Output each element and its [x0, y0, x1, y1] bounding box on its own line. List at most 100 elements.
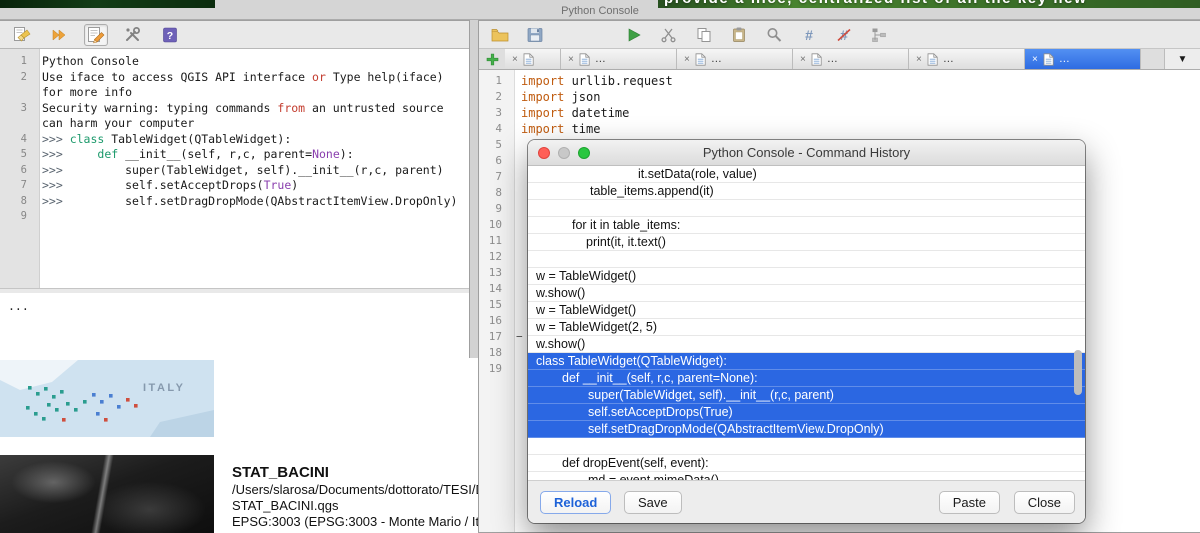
history-row[interactable]: super(TableWidget, self).__init__(r,c, p…: [528, 387, 1085, 404]
recent-project-info[interactable]: STAT_BACINI /Users/slarosa/Documents/dot…: [232, 464, 508, 530]
document-icon: [927, 53, 938, 66]
paste-button[interactable]: Paste: [939, 491, 1000, 514]
close-window-icon[interactable]: [538, 147, 550, 159]
clear-console-icon[interactable]: [10, 24, 34, 46]
history-row[interactable]: w = TableWidget(2, 5): [528, 319, 1085, 336]
history-row[interactable]: for it in table_items:: [528, 217, 1085, 234]
document-icon: [695, 53, 706, 66]
fold-marker-icon[interactable]: −: [516, 329, 523, 345]
document-icon: [523, 53, 534, 66]
console-line-text: >>> class TableWidget(QTableWidget):: [33, 132, 291, 148]
history-row[interactable]: print(it, it.text(): [528, 234, 1085, 251]
uncomment-code-icon[interactable]: #: [832, 24, 856, 46]
history-row[interactable]: md = event.mimeData(): [528, 472, 1085, 480]
console-line: 7>>> self.setAcceptDrops(True): [0, 178, 469, 194]
console-line: 2Use iface to access QGIS API interface …: [0, 70, 469, 86]
history-row[interactable]: def __init__(self, r,c, parent=None):: [528, 370, 1085, 387]
zoom-window-icon[interactable]: [578, 147, 590, 159]
tab[interactable]: ×…: [677, 49, 793, 69]
recent-project-thumbnail-map[interactable]: ITALY: [0, 360, 214, 437]
close-tab-icon[interactable]: ×: [916, 54, 922, 65]
editor-line-text: [508, 297, 521, 313]
history-row[interactable]: it.setData(role, value): [528, 166, 1085, 183]
editor-line-text: [508, 217, 521, 233]
options-icon[interactable]: [121, 24, 145, 46]
editor-line-text: import time: [508, 121, 600, 137]
dialog-footer: Reload Save Paste Close: [528, 480, 1085, 523]
console-line: 8>>> self.setDragDropMode(QAbstractItemV…: [0, 194, 469, 210]
editor-line-text: [508, 185, 521, 201]
line-number: 8: [479, 185, 508, 201]
command-history-dialog: Python Console - Command History it.setD…: [528, 140, 1085, 523]
recent-project-thumbnail-satellite[interactable]: [0, 455, 214, 533]
console-input[interactable]: ...: [0, 293, 469, 358]
editor-line: 4import time: [479, 121, 1200, 137]
line-number: 4: [479, 121, 508, 137]
line-number: [0, 116, 33, 132]
editor-line-text: [508, 137, 521, 153]
history-row[interactable]: def dropEvent(self, event):: [528, 455, 1085, 472]
history-row[interactable]: [528, 200, 1085, 217]
console-line: 3Security warning: typing commands from …: [0, 101, 469, 117]
tab-selected[interactable]: ×…: [1025, 49, 1141, 69]
line-number: 13: [479, 265, 508, 281]
history-row[interactable]: w.show(): [528, 285, 1085, 302]
window-title: Python Console: [561, 5, 639, 17]
history-row[interactable]: [528, 438, 1085, 455]
comment-code-icon[interactable]: #: [797, 24, 821, 46]
history-row[interactable]: [528, 251, 1085, 268]
copy-icon[interactable]: [692, 24, 716, 46]
line-number: 4: [0, 132, 33, 148]
tab[interactable]: ×…: [561, 49, 677, 69]
dialog-titlebar[interactable]: Python Console - Command History: [528, 140, 1085, 166]
line-number: 9: [0, 209, 33, 225]
editor-line-text: [508, 345, 521, 361]
reload-button[interactable]: Reload: [540, 491, 611, 514]
tab[interactable]: ×…: [793, 49, 909, 69]
run-script-icon[interactable]: [622, 24, 646, 46]
tab[interactable]: ×…: [909, 49, 1025, 69]
editor-line-text: [508, 169, 521, 185]
cut-icon[interactable]: [657, 24, 681, 46]
new-tab-icon[interactable]: [479, 49, 505, 69]
object-inspector-icon[interactable]: [867, 24, 891, 46]
scrollbar-thumb[interactable]: [1074, 350, 1082, 395]
line-number: 12: [479, 249, 508, 265]
minimize-window-icon[interactable]: [558, 147, 570, 159]
close-tab-icon[interactable]: ×: [684, 54, 690, 65]
desktop-wallpaper-right: provide a nice, centralized list of all …: [658, 0, 1200, 8]
line-number: 5: [0, 147, 33, 163]
run-command-icon[interactable]: [47, 24, 71, 46]
history-row[interactable]: class TableWidget(QTableWidget):: [528, 353, 1085, 370]
close-button[interactable]: Close: [1014, 491, 1075, 514]
help-icon[interactable]: ?: [158, 24, 182, 46]
close-tab-icon[interactable]: ×: [800, 54, 806, 65]
history-row[interactable]: self.setDragDropMode(QAbstractItemView.D…: [528, 421, 1085, 438]
console-output[interactable]: 1Python Console2Use iface to access QGIS…: [0, 48, 469, 289]
find-text-icon[interactable]: [762, 24, 786, 46]
line-number: 1: [479, 73, 508, 89]
line-number: 9: [479, 201, 508, 217]
history-list[interactable]: it.setData(role, value)table_items.appen…: [528, 166, 1085, 480]
open-script-icon[interactable]: [488, 24, 512, 46]
recent-projects-panel: ITALY STAT_BACINI /User: [0, 358, 528, 533]
history-row[interactable]: w = TableWidget(): [528, 302, 1085, 319]
tab[interactable]: ×: [505, 49, 561, 69]
show-editor-icon[interactable]: [84, 24, 108, 46]
chevron-down-icon: ▼: [1178, 54, 1188, 65]
close-tab-icon[interactable]: ×: [512, 54, 518, 65]
paste-icon[interactable]: [727, 24, 751, 46]
close-tab-icon[interactable]: ×: [1032, 54, 1038, 65]
document-icon: [811, 53, 822, 66]
close-tab-icon[interactable]: ×: [568, 54, 574, 65]
line-number: 18: [479, 345, 508, 361]
save-script-icon[interactable]: [523, 24, 547, 46]
history-row[interactable]: w.show(): [528, 336, 1085, 353]
history-row[interactable]: table_items.append(it): [528, 183, 1085, 200]
history-row[interactable]: self.setAcceptDrops(True): [528, 404, 1085, 421]
history-row[interactable]: w = TableWidget(): [528, 268, 1085, 285]
editor-line-text: [508, 265, 521, 281]
tab-list-dropdown[interactable]: ▼: [1164, 49, 1200, 69]
line-number: 14: [479, 281, 508, 297]
save-button[interactable]: Save: [624, 491, 682, 514]
